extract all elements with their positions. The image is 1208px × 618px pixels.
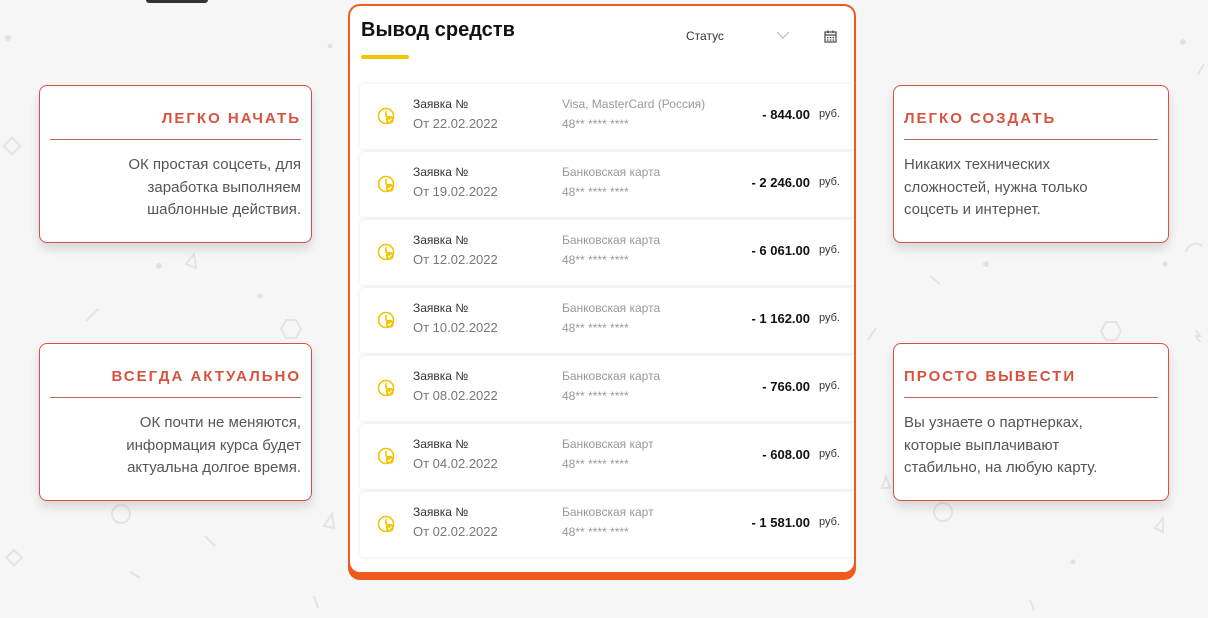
status-filter-label[interactable]: Статус bbox=[686, 29, 724, 43]
card-number: 48** **** **** bbox=[562, 321, 629, 335]
feature-card-always-relevant: ВСЕГДА АКТУАЛЬНО ОК почти не меняются, и… bbox=[39, 343, 312, 501]
withdrawal-amount: - 844.00 bbox=[762, 107, 810, 122]
request-date: От 02.02.2022 bbox=[413, 524, 498, 539]
pending-status-icon bbox=[377, 515, 395, 533]
pending-status-icon bbox=[377, 447, 395, 465]
payment-method: Банковская карт bbox=[562, 505, 654, 519]
top-stub-bar bbox=[146, 0, 208, 3]
request-number: Заявка № bbox=[413, 505, 469, 519]
feature-card-easy-create: ЛЕГКО СОЗДАТЬ Никаких технических сложно… bbox=[893, 85, 1169, 243]
title-underline bbox=[361, 55, 409, 59]
pending-status-icon bbox=[377, 175, 395, 193]
request-date: От 08.02.2022 bbox=[413, 388, 498, 403]
payment-method: Банковская карта bbox=[562, 233, 661, 247]
payment-method: Банковская карт bbox=[562, 437, 654, 451]
withdrawal-row[interactable]: Заявка № От 10.02.2022 Банковская карта … bbox=[360, 288, 854, 353]
card-number: 48** **** **** bbox=[562, 117, 629, 131]
currency-label: руб. bbox=[819, 108, 840, 120]
request-date: От 19.02.2022 bbox=[413, 184, 498, 199]
request-date: От 22.02.2022 bbox=[413, 116, 498, 131]
request-number: Заявка № bbox=[413, 165, 469, 179]
withdrawal-row[interactable]: Заявка № От 02.02.2022 Банковская карт 4… bbox=[360, 492, 854, 557]
card-number: 48** **** **** bbox=[562, 525, 629, 539]
currency-label: руб. bbox=[819, 380, 840, 392]
pending-status-icon bbox=[377, 311, 395, 329]
calendar-icon[interactable] bbox=[824, 30, 837, 43]
feature-title: ЛЕГКО СОЗДАТЬ bbox=[904, 110, 1158, 140]
currency-label: руб. bbox=[819, 312, 840, 324]
pending-status-icon bbox=[377, 379, 395, 397]
request-date: От 10.02.2022 bbox=[413, 320, 498, 335]
feature-title: ПРОСТО ВЫВЕСТИ bbox=[904, 368, 1158, 398]
feature-title: ЛЕГКО НАЧАТЬ bbox=[50, 110, 301, 140]
withdrawal-amount: - 2 246.00 bbox=[751, 175, 810, 190]
chevron-down-icon[interactable] bbox=[776, 30, 790, 40]
withdrawal-row[interactable]: Заявка № От 12.02.2022 Банковская карта … bbox=[360, 220, 854, 285]
feature-card-easy-withdraw: ПРОСТО ВЫВЕСТИ Вы узнаете о партнерках, … bbox=[893, 343, 1169, 501]
feature-text: ОК почти не меняются, информация курса б… bbox=[126, 414, 301, 476]
currency-label: руб. bbox=[819, 448, 840, 460]
withdrawal-row[interactable]: Заявка № От 19.02.2022 Банковская карта … bbox=[360, 152, 854, 217]
feature-text: ОК простая соцсеть, для заработка выполн… bbox=[128, 156, 301, 218]
feature-title: ВСЕГДА АКТУАЛЬНО bbox=[50, 368, 301, 398]
request-date: От 12.02.2022 bbox=[413, 252, 498, 267]
request-date: От 04.02.2022 bbox=[413, 456, 498, 471]
currency-label: руб. bbox=[819, 244, 840, 256]
request-number: Заявка № bbox=[413, 437, 469, 451]
withdrawal-amount: - 1 162.00 bbox=[751, 311, 810, 326]
request-number: Заявка № bbox=[413, 301, 469, 315]
withdrawal-amount: - 1 581.00 bbox=[751, 515, 810, 530]
withdrawal-amount: - 608.00 bbox=[762, 447, 810, 462]
card-number: 48** **** **** bbox=[562, 185, 629, 199]
withdrawal-row[interactable]: Заявка № От 22.02.2022 Visa, MasterCard … bbox=[360, 84, 854, 149]
withdrawal-row[interactable]: Заявка № От 08.02.2022 Банковская карта … bbox=[360, 356, 854, 421]
currency-label: руб. bbox=[819, 516, 840, 528]
pending-status-icon bbox=[377, 243, 395, 261]
pending-status-icon bbox=[377, 107, 395, 125]
withdrawal-panel-frame: Вывод средств Статус Заявка № От 22.02.2… bbox=[348, 4, 856, 580]
card-number: 48** **** **** bbox=[562, 389, 629, 403]
request-number: Заявка № bbox=[413, 233, 469, 247]
payment-method: Банковская карта bbox=[562, 165, 661, 179]
card-number: 48** **** **** bbox=[562, 253, 629, 267]
withdrawal-list: Заявка № От 22.02.2022 Visa, MasterCard … bbox=[360, 84, 854, 560]
currency-label: руб. bbox=[819, 176, 840, 188]
request-number: Заявка № bbox=[413, 97, 469, 111]
payment-method: Банковская карта bbox=[562, 301, 661, 315]
feature-text: Никаких технических сложностей, нужна то… bbox=[904, 156, 1088, 218]
feature-card-easy-start: ЛЕГКО НАЧАТЬ ОК простая соцсеть, для зар… bbox=[39, 85, 312, 243]
payment-method: Visa, MasterCard (Россия) bbox=[562, 97, 706, 111]
withdrawal-amount: - 766.00 bbox=[762, 379, 810, 394]
payment-method: Банковская карта bbox=[562, 369, 661, 383]
card-number: 48** **** **** bbox=[562, 457, 629, 471]
withdrawal-panel: Вывод средств Статус Заявка № От 22.02.2… bbox=[350, 6, 854, 572]
withdrawal-amount: - 6 061.00 bbox=[751, 243, 810, 258]
withdrawal-row[interactable]: Заявка № От 04.02.2022 Банковская карт 4… bbox=[360, 424, 854, 489]
request-number: Заявка № bbox=[413, 369, 469, 383]
feature-text: Вы узнаете о партнерках, которые выплачи… bbox=[904, 414, 1098, 476]
panel-title: Вывод средств bbox=[361, 19, 515, 41]
